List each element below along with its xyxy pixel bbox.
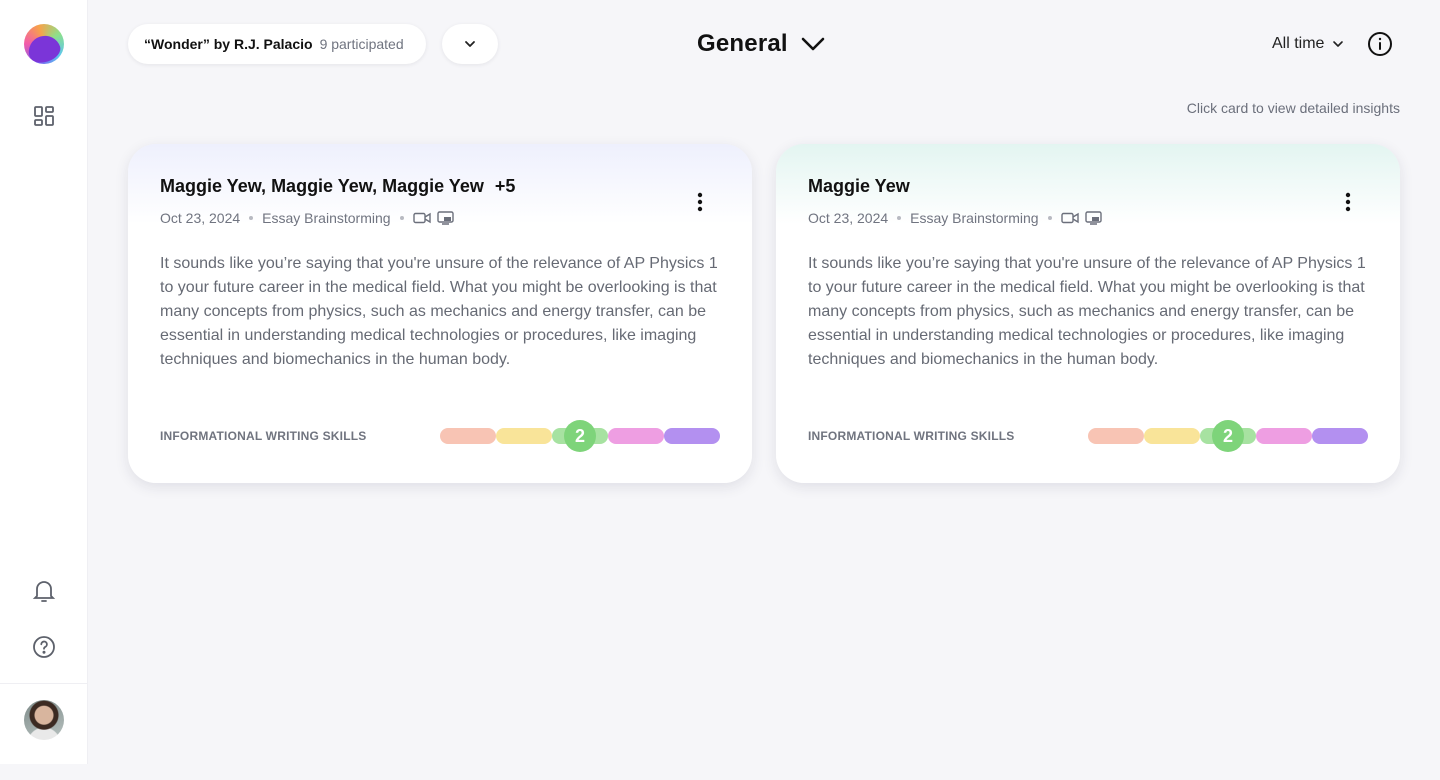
skill-level-bar: 2 bbox=[440, 420, 720, 452]
screen-icon bbox=[436, 211, 454, 225]
session-type: Essay Brainstorming bbox=[910, 210, 1039, 226]
card-title: Maggie Yew, Maggie Yew, Maggie Yew +5 bbox=[160, 176, 515, 197]
book-dropdown-button[interactable] bbox=[442, 24, 498, 64]
chevron-down-icon bbox=[465, 41, 475, 47]
skill-segment bbox=[1088, 428, 1144, 444]
more-participants-count: +5 bbox=[494, 176, 516, 196]
card-meta: Oct 23, 2024 Essay Brainstorming bbox=[160, 210, 460, 226]
dashboard-icon[interactable] bbox=[30, 102, 58, 130]
skill-level-badge: 2 bbox=[564, 420, 596, 452]
card-date: Oct 23, 2024 bbox=[808, 210, 889, 226]
skill-segment bbox=[496, 428, 552, 444]
info-icon[interactable] bbox=[1367, 31, 1393, 57]
skill-level-badge: 2 bbox=[1212, 420, 1244, 452]
skill-segment bbox=[1256, 428, 1312, 444]
video-icon bbox=[412, 212, 431, 224]
bell-icon[interactable] bbox=[30, 577, 58, 605]
separator-dot bbox=[1047, 216, 1052, 220]
insight-card[interactable]: Maggie Yew, Maggie Yew, Maggie Yew +5 Oc… bbox=[128, 144, 752, 483]
participant-name: Maggie Yew bbox=[382, 176, 484, 196]
page-title: General bbox=[697, 30, 788, 57]
more-options-button[interactable] bbox=[688, 190, 712, 214]
kebab-menu-icon bbox=[1345, 192, 1351, 212]
time-filter-dropdown[interactable]: All time bbox=[1272, 32, 1344, 56]
video-icon bbox=[1060, 212, 1079, 224]
card-hint: Click card to view detailed insights bbox=[1186, 100, 1400, 116]
insight-card[interactable]: Maggie Yew Oct 23, 2024 Essay Brainstorm… bbox=[776, 144, 1400, 483]
separator-dot bbox=[897, 216, 902, 220]
book-title: “Wonder” by R.J. Palacio bbox=[144, 36, 313, 52]
skill-segment bbox=[1144, 428, 1200, 444]
skill-segment bbox=[440, 428, 496, 444]
kebab-menu-icon bbox=[697, 192, 703, 212]
screen-icon bbox=[1084, 211, 1102, 225]
participant-name: Maggie Yew, bbox=[271, 176, 378, 196]
help-icon[interactable] bbox=[30, 633, 58, 661]
sidebar-divider bbox=[0, 683, 88, 684]
skill-segment bbox=[1312, 428, 1368, 444]
skill-level-bar: 2 bbox=[1088, 420, 1368, 452]
more-options-button[interactable] bbox=[1336, 190, 1360, 214]
avatar[interactable] bbox=[24, 700, 64, 740]
sidebar bbox=[0, 0, 88, 764]
chevron-down-icon bbox=[1333, 41, 1344, 47]
category-dropdown[interactable]: General bbox=[697, 28, 826, 60]
chevron-down-icon bbox=[801, 37, 825, 51]
session-type: Essay Brainstorming bbox=[262, 210, 391, 226]
card-date: Oct 23, 2024 bbox=[160, 210, 241, 226]
card-title: Maggie Yew bbox=[808, 176, 910, 197]
app-logo[interactable] bbox=[24, 24, 64, 64]
skill-segment bbox=[608, 428, 664, 444]
card-excerpt: It sounds like you’re saying that you're… bbox=[160, 255, 718, 368]
participation-count: 9 participated bbox=[319, 36, 404, 52]
card-excerpt: It sounds like you’re saying that you're… bbox=[808, 255, 1366, 368]
separator-dot bbox=[249, 216, 254, 220]
book-selector[interactable]: “Wonder” by R.J. Palacio 9 participated bbox=[128, 24, 426, 64]
card-meta: Oct 23, 2024 Essay Brainstorming bbox=[808, 210, 1108, 226]
time-filter-label: All time bbox=[1272, 35, 1325, 52]
skill-label: INFORMATIONAL WRITING SKILLS bbox=[160, 429, 367, 443]
skill-segment bbox=[664, 428, 720, 444]
skill-label: INFORMATIONAL WRITING SKILLS bbox=[808, 429, 1015, 443]
participant-name: Maggie Yew, bbox=[160, 176, 267, 196]
participant-name: Maggie Yew bbox=[808, 176, 910, 196]
separator-dot bbox=[399, 216, 404, 220]
